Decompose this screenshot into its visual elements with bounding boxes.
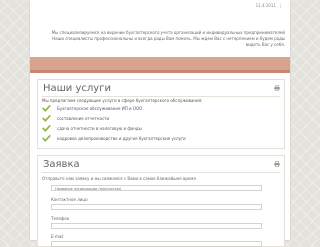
top-bar: 11.4.2011 |: [30, 0, 290, 30]
services-title: Наши услуги: [43, 83, 111, 94]
phone-field[interactable]: [51, 223, 262, 229]
services-list: Бухгалтерское обслуживание ИП и ООО сост…: [42, 103, 280, 143]
email-field[interactable]: [51, 241, 262, 247]
contact-person-label: Контактное лицо: [51, 197, 88, 202]
check-icon: [42, 134, 51, 142]
order-section: Заявка Отправьте нам заявку и мы свяжемс…: [37, 155, 285, 247]
phone-label: Телефон: [51, 216, 70, 221]
email-label: E-mail: [51, 234, 64, 239]
date-label: 11.4.2011: [255, 3, 276, 8]
decorative-band-shadow: [30, 70, 290, 73]
print-icon[interactable]: [274, 161, 280, 167]
service-item-label: Бухгалтерское обслуживание ИП и ООО: [57, 105, 143, 111]
services-section: Наши услуги Мы предлагаем следующие услу…: [37, 79, 285, 149]
contact-person-field[interactable]: [51, 204, 262, 210]
service-item-label: составление отчетности: [57, 115, 110, 121]
check-icon: [42, 124, 51, 132]
list-item: кадровое делопроизводство и другие бухга…: [42, 133, 280, 143]
check-icon: [42, 114, 51, 122]
date-separator: |: [279, 3, 281, 8]
order-title: Заявка: [43, 159, 80, 170]
service-item-label: кадровое делопроизводство и другие бухга…: [57, 135, 186, 141]
title-divider: [42, 96, 280, 97]
list-item: сдача отчетности в налоговую и фонды: [42, 123, 280, 133]
service-item-label: сдача отчетности в налоговую и фонды: [57, 125, 142, 131]
order-lead: Отправьте нам заявку и мы свяжемся с Вам…: [42, 176, 196, 181]
print-icon[interactable]: [274, 85, 280, 91]
check-icon: [42, 104, 51, 112]
organization-name-field[interactable]: [51, 185, 262, 191]
title-divider: [42, 172, 280, 173]
decorative-band: [30, 57, 290, 70]
list-item: Бухгалтерское обслуживание ИП и ООО: [42, 103, 280, 113]
intro-line-2: Наши специалисты профессиональны и всегд…: [52, 36, 285, 47]
intro-text: Мы специализируемся на ведении бухгалтер…: [40, 30, 285, 48]
list-item: составление отчетности: [42, 113, 280, 123]
